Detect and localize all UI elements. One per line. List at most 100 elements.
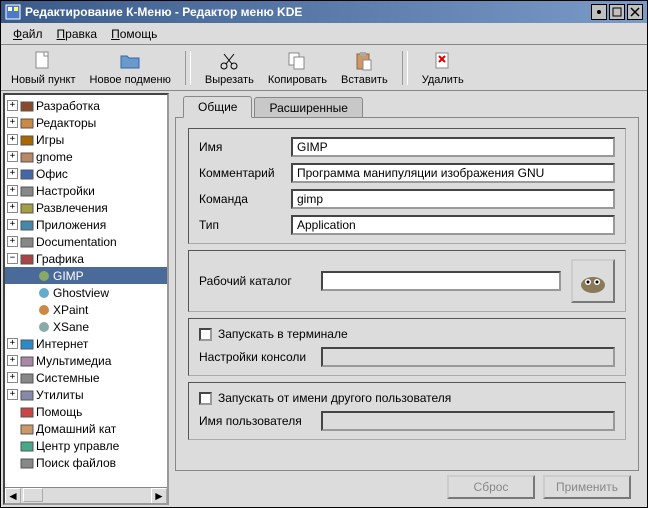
folder-icon <box>20 388 34 402</box>
tab-general[interactable]: Общие <box>183 96 252 118</box>
tree-item[interactable]: −Графика <box>5 250 167 267</box>
scroll-right-icon[interactable]: ► <box>151 488 167 504</box>
tree-item[interactable]: +Офис <box>5 165 167 182</box>
runas-label: Запускать от имени другого пользователя <box>218 391 451 405</box>
terminal-group: Запускать в терминале Настройки консоли <box>188 318 626 376</box>
expander-icon[interactable]: + <box>7 185 18 196</box>
toolbar-separator <box>402 51 408 85</box>
paste-icon <box>353 50 375 72</box>
command-input[interactable] <box>291 189 615 209</box>
name-input[interactable] <box>291 137 615 157</box>
name-label: Имя <box>199 140 291 154</box>
cut-button[interactable]: Вырезать <box>201 48 258 88</box>
comment-input[interactable] <box>291 163 615 183</box>
workdir-input[interactable] <box>321 271 561 291</box>
expander-icon[interactable]: + <box>7 134 18 145</box>
folder-icon <box>20 354 34 368</box>
workdir-label: Рабочий каталог <box>199 274 321 288</box>
folder-icon <box>20 439 34 453</box>
tree-item[interactable]: Центр управле <box>5 437 167 454</box>
runas-group: Запускать от имени другого пользователя … <box>188 382 626 440</box>
minimize-button[interactable] <box>591 4 607 20</box>
terminal-label: Запускать в терминале <box>218 327 348 341</box>
expander-icon[interactable]: + <box>7 117 18 128</box>
expander-icon[interactable]: + <box>7 372 18 383</box>
type-input[interactable] <box>291 215 615 235</box>
folder-icon <box>20 218 34 232</box>
tree-item[interactable]: +Редакторы <box>5 114 167 131</box>
tree-item[interactable]: +Игры <box>5 131 167 148</box>
menu-edit[interactable]: Правка <box>51 25 104 43</box>
runas-checkbox[interactable] <box>199 392 212 405</box>
tree-item[interactable]: +Утилиты <box>5 386 167 403</box>
folder-icon <box>20 337 34 351</box>
tree-item[interactable]: +Мультимедиа <box>5 352 167 369</box>
tree-item[interactable]: Поиск файлов <box>5 454 167 471</box>
folder-icon <box>20 116 34 130</box>
expander-icon[interactable]: + <box>7 168 18 179</box>
close-button[interactable] <box>627 4 643 20</box>
copy-button[interactable]: Копировать <box>264 48 331 88</box>
maximize-button[interactable] <box>609 4 625 20</box>
menu-help[interactable]: Помощь <box>105 25 163 43</box>
folder-icon <box>20 184 34 198</box>
tree-item[interactable]: +Настройки <box>5 182 167 199</box>
toolbar-separator <box>185 51 191 85</box>
folder-icon <box>20 235 34 249</box>
tree-item[interactable]: Помощь <box>5 403 167 420</box>
command-label: Команда <box>199 192 291 206</box>
tree-item[interactable]: +Documentation <box>5 233 167 250</box>
delete-button[interactable]: Удалить <box>418 48 468 88</box>
titlebar: Редактирование К-Меню - Редактор меню KD… <box>1 1 647 23</box>
tree-subitem[interactable]: Ghostview <box>5 284 167 301</box>
scroll-left-icon[interactable]: ◄ <box>5 488 21 504</box>
tree-hscrollbar[interactable]: ◄ ► <box>5 487 167 503</box>
app-icon <box>37 286 51 300</box>
gimp-icon <box>577 265 609 297</box>
folder-icon <box>20 252 34 266</box>
folder-icon <box>20 405 34 419</box>
menu-file[interactable]: Файл <box>7 25 49 43</box>
user-input <box>321 411 615 431</box>
apply-button[interactable]: Применить <box>543 475 631 499</box>
folder-icon <box>20 167 34 181</box>
toolbar: Новый пункт Новое подменю Вырезать Копир… <box>1 45 647 91</box>
scissors-icon <box>218 50 240 72</box>
expander-icon[interactable]: − <box>7 253 18 264</box>
new-submenu-button[interactable]: Новое подменю <box>86 48 175 88</box>
comment-label: Комментарий <box>199 166 291 180</box>
reset-button[interactable]: Сброс <box>447 475 535 499</box>
basic-fields-group: Имя Комментарий Команда Тип <box>188 128 626 244</box>
tree-item[interactable]: +Развлечения <box>5 199 167 216</box>
expander-icon[interactable]: + <box>7 338 18 349</box>
terminal-checkbox[interactable] <box>199 328 212 341</box>
tree-subitem[interactable]: GIMP <box>5 267 167 284</box>
folder-icon <box>20 371 34 385</box>
tree-item[interactable]: Домашний кат <box>5 420 167 437</box>
expander-icon[interactable]: + <box>7 389 18 400</box>
expander-icon[interactable]: + <box>7 219 18 230</box>
copy-icon <box>286 50 308 72</box>
expander-icon[interactable]: + <box>7 236 18 247</box>
tree-item[interactable]: +Приложения <box>5 216 167 233</box>
folder-icon <box>20 99 34 113</box>
tab-advanced[interactable]: Расширенные <box>254 97 363 119</box>
tree-subitem[interactable]: XPaint <box>5 301 167 318</box>
new-item-button[interactable]: Новый пункт <box>7 48 80 88</box>
expander-icon[interactable]: + <box>7 355 18 366</box>
tree-item[interactable]: +gnome <box>5 148 167 165</box>
tree-item[interactable]: +Разработка <box>5 97 167 114</box>
window-title: Редактирование К-Меню - Редактор меню KD… <box>25 5 591 19</box>
tree-item[interactable]: +Интернет <box>5 335 167 352</box>
expander-icon[interactable]: + <box>7 100 18 111</box>
folder-icon <box>20 150 34 164</box>
tree-item[interactable]: +Системные <box>5 369 167 386</box>
paste-button[interactable]: Вставить <box>337 48 392 88</box>
expander-icon[interactable]: + <box>7 151 18 162</box>
menu-tree[interactable]: +Разработка+Редакторы+Игры+gnome+Офис+На… <box>3 93 169 505</box>
editor-panel: Общие Расширенные Имя Комментарий Команд… <box>171 91 647 507</box>
file-new-icon <box>32 50 54 72</box>
expander-icon[interactable]: + <box>7 202 18 213</box>
app-icon-button[interactable] <box>571 259 615 303</box>
tree-subitem[interactable]: XSane <box>5 318 167 335</box>
